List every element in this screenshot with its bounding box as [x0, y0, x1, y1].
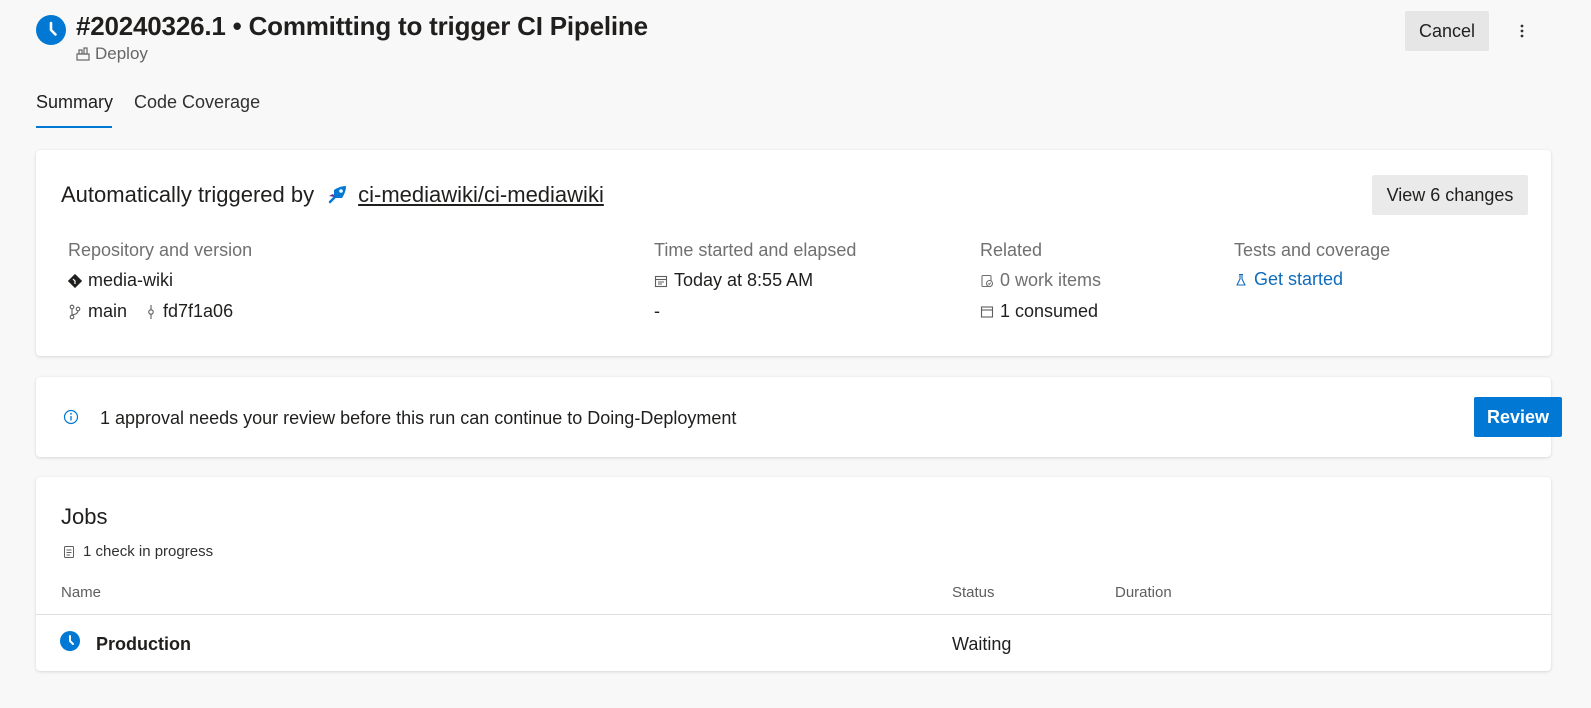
active-tab-indicator [36, 126, 112, 128]
time-started: Today at 8:55 AM [674, 270, 814, 290]
view-changes-button[interactable]: View 6 changes [1372, 175, 1528, 215]
column-header-status[interactable]: Status [952, 584, 995, 601]
repo-icon [68, 273, 82, 288]
table-row[interactable]: Production Waiting [36, 615, 1551, 671]
jobs-title: Jobs [61, 504, 108, 529]
run-title: #20240326.1 • Committing to trigger CI P… [76, 11, 648, 41]
stage-name: Deploy [95, 44, 148, 63]
work-item-icon [981, 274, 994, 287]
pipeline-icon [328, 186, 347, 204]
work-items-count: 0 work items [1000, 270, 1102, 290]
more-options-icon[interactable] [1510, 16, 1534, 46]
checks-status: 1 check in progress [63, 543, 213, 560]
branch-icon [69, 304, 81, 319]
commit-icon [148, 304, 154, 319]
pipeline-link[interactable]: ci-mediawiki/ci-mediawiki [358, 182, 604, 208]
get-started-link[interactable]: Get started [1234, 269, 1343, 290]
trigger-prefix: Automatically triggered by [61, 182, 315, 207]
column-header-duration[interactable]: Duration [1115, 584, 1172, 601]
checklist-icon [64, 545, 74, 558]
job-name: Production [96, 634, 191, 654]
run-status-icon [36, 15, 66, 45]
run-summary-card: Automatically triggered by ci-mediawiki/… [36, 150, 1551, 356]
related-label: Related [980, 240, 1043, 260]
artifact-icon [980, 305, 994, 318]
consumed-count: 1 consumed [1000, 301, 1099, 321]
approval-banner: 1 approval needs your review before this… [36, 377, 1562, 457]
trigger-line: Automatically triggered by ci-mediawiki/… [61, 182, 604, 208]
consumed-row[interactable]: 1 consumed [980, 301, 1098, 322]
beaker-icon [1236, 273, 1246, 286]
repository-label: Repository and version [68, 240, 253, 260]
time-elapsed: - [654, 301, 660, 321]
get-started-text: Get started [1254, 269, 1344, 289]
checks-text: 1 check in progress [83, 543, 214, 560]
approval-message: 1 approval needs your review before this… [100, 408, 737, 428]
stage-icon [76, 47, 90, 61]
jobs-card: Jobs 1 check in progress Name Status Dur… [36, 477, 1551, 671]
branch-row[interactable]: main fd7f1a06 [68, 301, 233, 322]
review-button[interactable]: Review [1474, 397, 1562, 437]
stage-label: Deploy [76, 44, 148, 64]
repo-name: media-wiki [88, 270, 174, 290]
tab-code-coverage[interactable]: Code Coverage [134, 92, 260, 113]
repo-name-row[interactable]: media-wiki [68, 270, 173, 291]
calendar-icon [654, 275, 668, 287]
time-started-row: Today at 8:55 AM [654, 270, 813, 291]
work-items-row[interactable]: 0 work items [980, 270, 1101, 291]
job-status: Waiting [952, 634, 1012, 654]
cancel-button[interactable]: Cancel [1405, 11, 1489, 51]
commit-hash: fd7f1a06 [163, 301, 234, 321]
tab-summary[interactable]: Summary [36, 92, 113, 113]
job-waiting-icon [60, 631, 80, 651]
branch-name: main [88, 301, 128, 321]
time-label: Time started and elapsed [654, 240, 857, 260]
column-header-name[interactable]: Name [61, 584, 101, 601]
info-icon [63, 409, 79, 425]
tests-label: Tests and coverage [1234, 240, 1391, 260]
